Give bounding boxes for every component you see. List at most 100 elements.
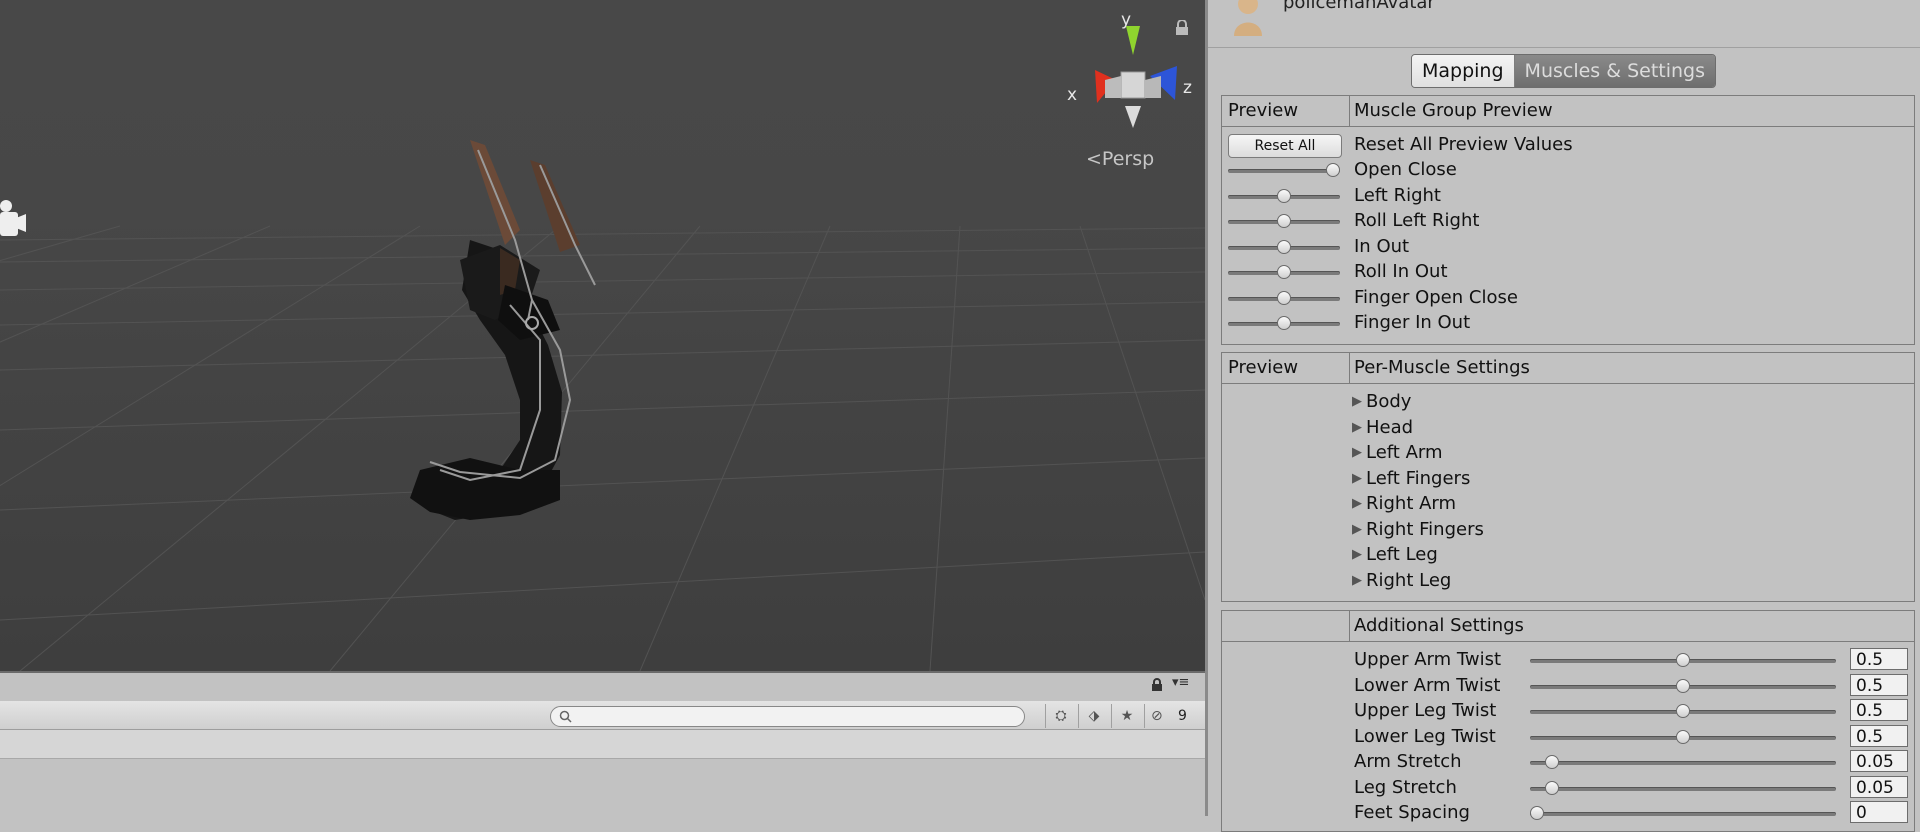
slider-thumb[interactable]	[1676, 704, 1690, 718]
tab-mapping[interactable]: Mapping	[1412, 55, 1515, 87]
setting-slider[interactable]	[1530, 653, 1836, 667]
projection-toggle[interactable]: <Persp	[1086, 148, 1154, 170]
setting-value-field[interactable]: 0.5	[1850, 648, 1908, 670]
tab-muscles-settings[interactable]: Muscles & Settings	[1514, 55, 1716, 87]
triangle-right-icon[interactable]: ▶	[1352, 522, 1362, 537]
foldout: ▶ Right Fingers	[1352, 519, 1484, 540]
muscle-group-foldout[interactable]: ▶ Left Fingers	[1222, 468, 1914, 493]
slider-label: Roll In Out	[1354, 261, 1448, 282]
search-input[interactable]	[550, 706, 1025, 727]
setting-value-field[interactable]: 0	[1850, 801, 1908, 823]
preview-slider[interactable]	[1228, 214, 1340, 228]
setting-value-field[interactable]: 0.5	[1850, 699, 1908, 721]
muscle-group-foldout[interactable]: ▶ Left Arm	[1222, 442, 1914, 467]
preview-slider[interactable]	[1228, 265, 1340, 279]
foldout-label: Left Arm	[1366, 442, 1443, 463]
chevron-left-icon: <	[1086, 148, 1102, 170]
setting-label: Upper Arm Twist	[1354, 649, 1502, 670]
section-header: Preview Muscle Group Preview	[1222, 96, 1914, 127]
triangle-right-icon[interactable]: ▶	[1352, 394, 1362, 409]
triangle-right-icon[interactable]: ▶	[1352, 547, 1362, 562]
foldout: ▶ Left Fingers	[1352, 468, 1470, 489]
column-preview-label: Preview	[1228, 100, 1299, 121]
setting-slider[interactable]	[1530, 704, 1836, 718]
setting-value-field[interactable]: 0.5	[1850, 673, 1908, 696]
preview-slider[interactable]	[1228, 188, 1340, 203]
preview-slider-row: In Out	[1222, 236, 1914, 261]
slider-thumb[interactable]	[1277, 316, 1291, 330]
preview-slider-row: Roll Left Right	[1222, 210, 1914, 235]
lock-icon[interactable]	[1175, 19, 1189, 40]
setting-slider[interactable]	[1530, 755, 1836, 769]
section-header: Preview Per-Muscle Settings	[1222, 353, 1914, 384]
muscle-group-foldout[interactable]: ▶ Right Arm	[1222, 493, 1914, 518]
foldout-label: Body	[1366, 391, 1412, 412]
inspector-title: policemanAvatar	[1283, 0, 1435, 13]
setting-value-field[interactable]: 0.05	[1850, 775, 1908, 798]
foldout: ▶ Body	[1352, 391, 1411, 412]
setting-slider[interactable]	[1530, 806, 1836, 820]
setting-value-field[interactable]: 0.05	[1850, 750, 1908, 772]
muscle-group-foldout[interactable]: ▶ Head	[1222, 417, 1914, 442]
preview-slider-row: Left Right	[1222, 185, 1914, 210]
search-icon	[559, 710, 572, 723]
triangle-right-icon[interactable]: ▶	[1352, 496, 1362, 511]
triangle-right-icon[interactable]: ▶	[1352, 445, 1362, 460]
additional-setting-row: Lower Leg Twist 0.5	[1222, 724, 1914, 751]
slider-thumb[interactable]	[1277, 214, 1291, 228]
slider-thumb[interactable]	[1277, 265, 1291, 279]
foldout: ▶ Head	[1352, 417, 1413, 438]
slider-thumb[interactable]	[1544, 780, 1559, 795]
setting-slider[interactable]	[1530, 678, 1836, 693]
eye-slash-icon: ⊘	[1151, 708, 1163, 724]
setting-slider[interactable]	[1530, 780, 1836, 795]
muscle-group-foldout[interactable]: ▶ Body	[1222, 391, 1914, 416]
slider-thumb[interactable]	[1676, 653, 1690, 667]
preview-slider[interactable]	[1228, 163, 1340, 177]
panel-lock-icon[interactable]	[1151, 677, 1163, 696]
foldout: ▶ Left Arm	[1352, 442, 1443, 463]
muscle-group-foldout[interactable]: ▶ Right Fingers	[1222, 519, 1914, 544]
foldout-label: Right Fingers	[1366, 518, 1484, 540]
reset-all-button[interactable]: Reset All	[1228, 134, 1342, 158]
muscle-group-foldout[interactable]: ▶ Left Leg	[1222, 544, 1914, 569]
preview-slider-row: Roll In Out	[1222, 261, 1914, 286]
hidden-packages-button[interactable]: ⊘	[1144, 704, 1207, 728]
scene-view[interactable]: y x z <Persp	[0, 0, 1205, 671]
preview-slider[interactable]	[1228, 290, 1340, 305]
slider-thumb[interactable]	[1544, 755, 1559, 769]
filter-by-type-button[interactable]: ⛭	[1045, 704, 1076, 728]
filter-by-label-button[interactable]: ⬗	[1078, 704, 1109, 728]
preview-slider-row: Finger In Out	[1222, 312, 1914, 337]
slider-thumb[interactable]	[1530, 806, 1544, 820]
slider-thumb[interactable]	[1277, 239, 1291, 254]
triangle-right-icon[interactable]: ▶	[1352, 471, 1362, 486]
additional-settings-section: Additional Settings Upper Arm Twist 0.5 Lo…	[1221, 610, 1915, 832]
preview-slider[interactable]	[1228, 239, 1340, 254]
slider-thumb[interactable]	[1326, 163, 1340, 177]
triangle-right-icon[interactable]: ▶	[1352, 420, 1362, 435]
column-title-label: Additional Settings	[1354, 615, 1524, 636]
slider-thumb[interactable]	[1676, 729, 1690, 744]
slider-thumb[interactable]	[1676, 678, 1690, 693]
preview-slider[interactable]	[1228, 316, 1340, 330]
setting-value-field[interactable]: 0.5	[1850, 724, 1908, 747]
divider	[0, 671, 1205, 673]
setting-slider[interactable]	[1530, 729, 1836, 744]
slider-thumb[interactable]	[1277, 290, 1291, 305]
slider-thumb[interactable]	[1277, 188, 1291, 203]
star-icon: ★	[1120, 708, 1134, 724]
preview-slider-row: Finger Open Close	[1222, 287, 1914, 312]
slider-label: Open Close	[1354, 159, 1457, 180]
foldout: ▶ Right Leg	[1352, 570, 1451, 591]
muscle-group-foldout[interactable]: ▶ Right Leg	[1222, 570, 1914, 595]
slider-label: Roll Left Right	[1354, 210, 1480, 231]
favorites-button[interactable]: ★	[1111, 704, 1142, 728]
slider-label: Finger Open Close	[1354, 286, 1518, 308]
gizmo-y-label: y	[1121, 10, 1132, 30]
setting-label: Lower Arm Twist	[1354, 674, 1501, 696]
slider-label: Left Right	[1354, 184, 1441, 206]
triangle-right-icon[interactable]: ▶	[1352, 573, 1362, 588]
per-muscle-settings-section: Preview Per-Muscle Settings ▶ Body ▶ Head ▶ L…	[1221, 352, 1915, 602]
panel-menu-icon[interactable]: ▾≡	[1172, 675, 1189, 690]
